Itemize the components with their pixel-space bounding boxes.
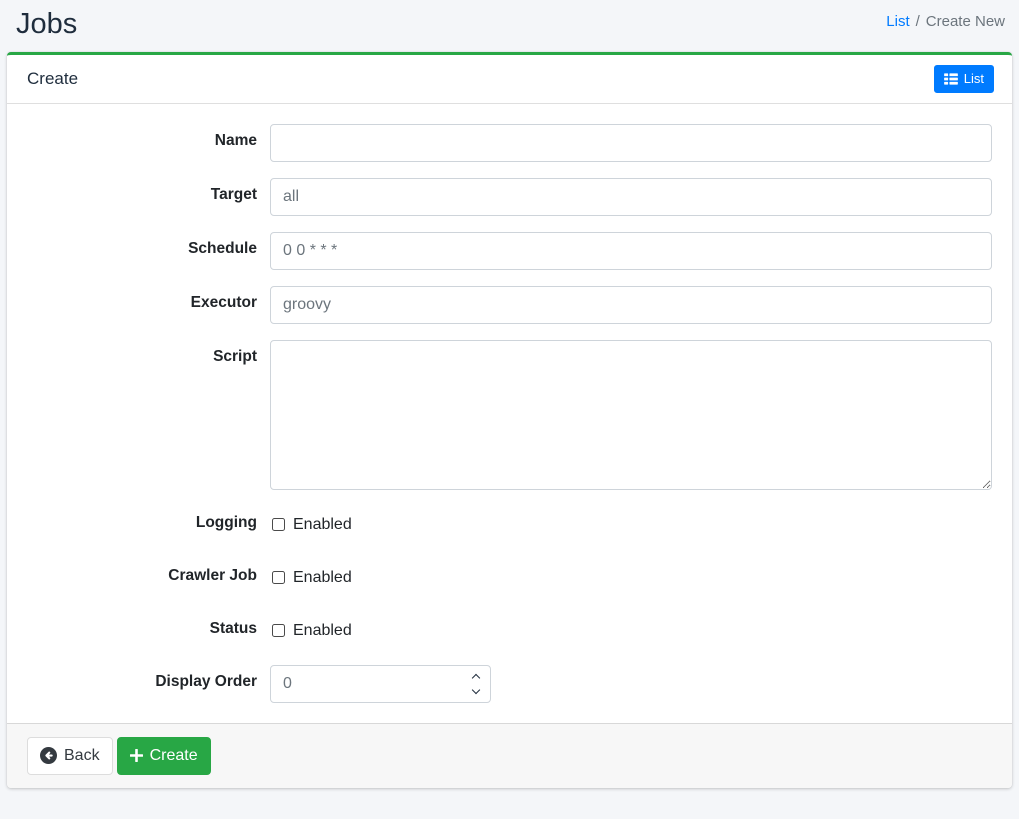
crawler-job-label: Crawler Job: [27, 559, 270, 596]
schedule-label: Schedule: [27, 232, 270, 270]
executor-label: Executor: [27, 286, 270, 324]
page-title: Jobs: [16, 8, 77, 41]
form-row-crawler-job: Crawler Job Enabled: [27, 559, 992, 596]
name-input[interactable]: [270, 124, 992, 162]
create-job-card: Create List Name Target: [7, 52, 1012, 788]
status-checkbox[interactable]: [272, 624, 285, 637]
plus-icon: [130, 749, 143, 762]
breadcrumb-current: Create New: [926, 13, 1005, 30]
form-row-status: Status Enabled: [27, 612, 992, 649]
executor-input[interactable]: [270, 286, 992, 324]
content-header: Jobs List / Create New: [0, 0, 1019, 52]
form-row-display-order: Display Order: [27, 665, 992, 703]
create-job-form: Name Target Schedule Executor Script: [7, 104, 1012, 723]
form-row-name: Name: [27, 124, 992, 162]
logging-checkbox-label[interactable]: Enabled: [293, 516, 352, 534]
form-row-executor: Executor: [27, 286, 992, 324]
arrow-circle-left-icon: [40, 747, 57, 764]
breadcrumb: List / Create New: [886, 13, 1005, 30]
card-header: Create List: [7, 55, 1012, 104]
schedule-input[interactable]: [270, 232, 992, 270]
display-order-label: Display Order: [27, 665, 270, 703]
breadcrumb-separator: /: [916, 13, 920, 30]
card-footer: Back Create: [7, 723, 1012, 788]
breadcrumb-list-link[interactable]: List: [886, 13, 909, 30]
number-spinner[interactable]: [473, 675, 479, 693]
script-textarea[interactable]: [270, 340, 992, 490]
form-row-logging: Logging Enabled: [27, 506, 992, 543]
form-row-script: Script: [27, 340, 992, 490]
th-list-icon: [944, 73, 958, 85]
back-button-label: Back: [64, 745, 100, 767]
chevron-up-icon: [472, 674, 480, 682]
crawler-job-checkbox[interactable]: [272, 571, 285, 584]
crawler-job-checkbox-label[interactable]: Enabled: [293, 569, 352, 587]
target-label: Target: [27, 178, 270, 216]
create-button[interactable]: Create: [117, 737, 211, 775]
display-order-input[interactable]: [270, 665, 491, 703]
logging-label: Logging: [27, 506, 270, 543]
form-row-target: Target: [27, 178, 992, 216]
logging-checkbox[interactable]: [272, 518, 285, 531]
form-row-schedule: Schedule: [27, 232, 992, 270]
target-input[interactable]: [270, 178, 992, 216]
status-label: Status: [27, 612, 270, 649]
card-title: Create: [27, 69, 78, 89]
back-button[interactable]: Back: [27, 737, 113, 775]
script-label: Script: [27, 340, 270, 490]
status-checkbox-label[interactable]: Enabled: [293, 622, 352, 640]
name-label: Name: [27, 124, 270, 162]
list-button[interactable]: List: [934, 65, 994, 94]
chevron-down-icon: [472, 686, 480, 694]
create-button-label: Create: [150, 745, 198, 767]
list-button-label: List: [964, 71, 984, 88]
